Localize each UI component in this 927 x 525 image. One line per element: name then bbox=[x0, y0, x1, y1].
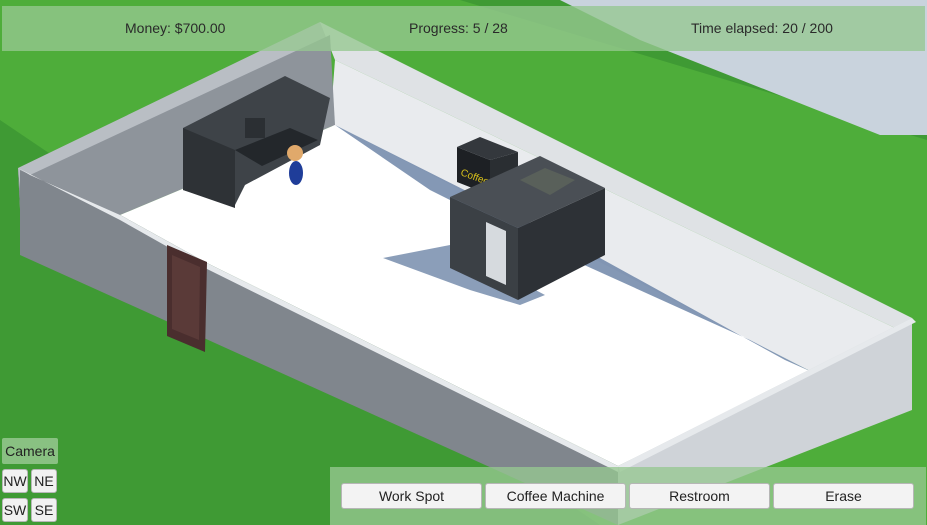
build-toolbar: Work Spot Coffee Machine Restroom Erase bbox=[330, 467, 926, 525]
erase-button[interactable]: Erase bbox=[773, 483, 914, 509]
progress-display: Progress: 5 / 28 bbox=[409, 20, 508, 36]
monitor bbox=[245, 118, 265, 138]
status-bar: Money: $700.00 Progress: 5 / 28 Time ela… bbox=[2, 6, 925, 51]
restroom-door bbox=[486, 222, 506, 285]
camera-nw-button[interactable]: NW bbox=[2, 469, 28, 493]
camera-se-button[interactable]: SE bbox=[31, 498, 57, 522]
work-spot-button[interactable]: Work Spot bbox=[341, 483, 482, 509]
camera-ne-button[interactable]: NE bbox=[31, 469, 57, 493]
camera-sw-button[interactable]: SW bbox=[2, 498, 28, 522]
worker-body bbox=[289, 161, 303, 185]
time-display: Time elapsed: 20 / 200 bbox=[691, 20, 833, 36]
worker-head bbox=[287, 145, 303, 161]
camera-label: Camera bbox=[2, 438, 58, 464]
door-panel bbox=[172, 255, 200, 340]
restroom-button[interactable]: Restroom bbox=[629, 483, 770, 509]
coffee-machine-button[interactable]: Coffee Machine bbox=[485, 483, 626, 509]
money-display: Money: $700.00 bbox=[125, 20, 226, 36]
game-scene[interactable]: Coffee bbox=[0, 0, 927, 525]
